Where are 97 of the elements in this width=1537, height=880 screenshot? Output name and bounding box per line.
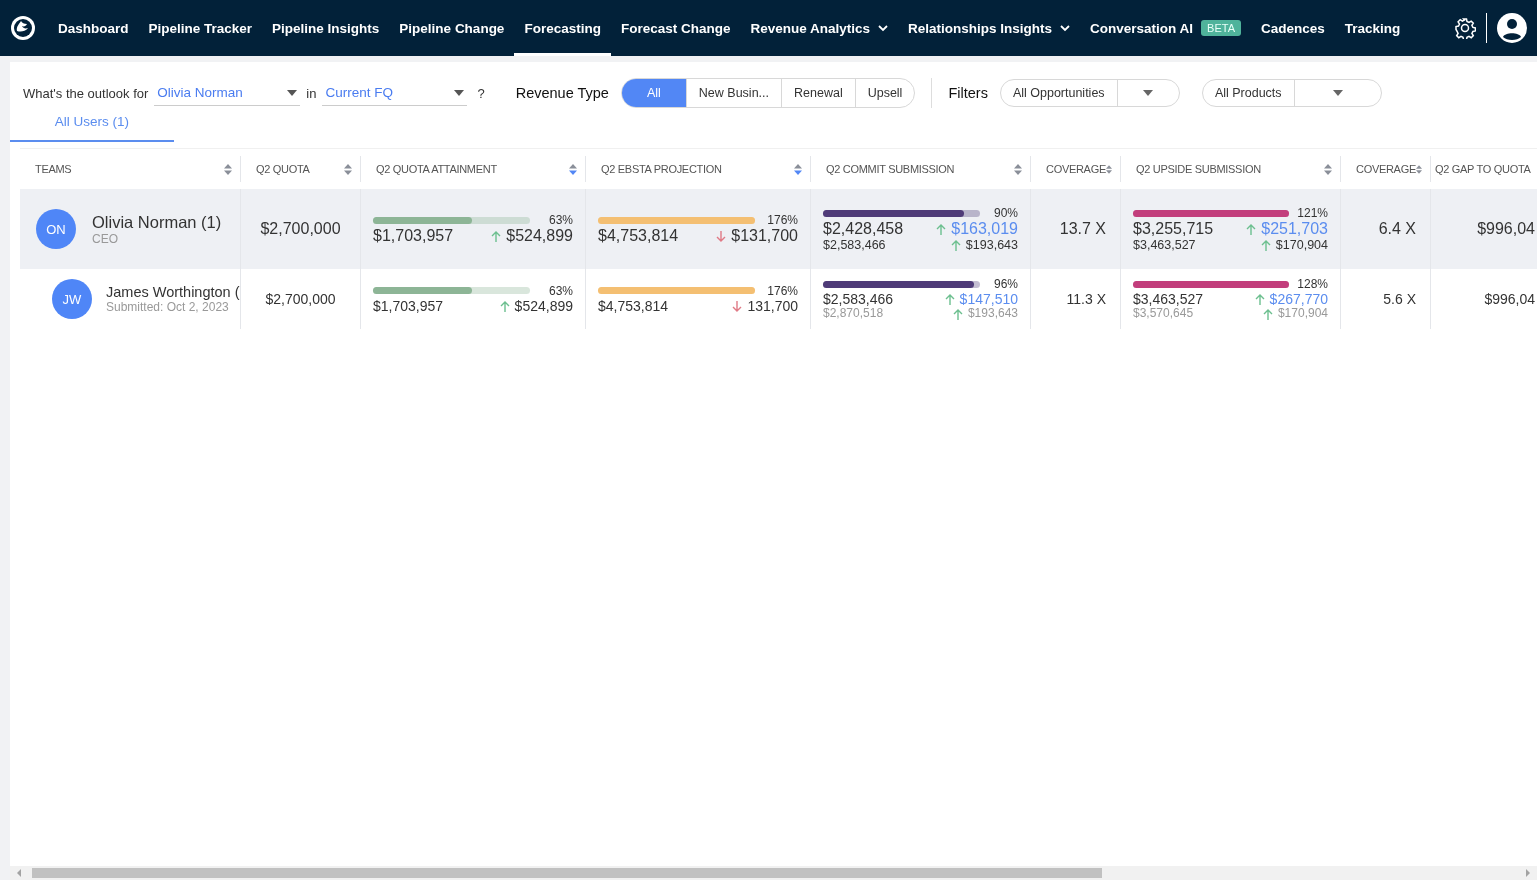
chevron-down-icon[interactable]	[878, 24, 888, 32]
nav-tab[interactable]: Forecasting	[514, 0, 611, 56]
column-header[interactable]: Q2 UPSIDE SUBMISSION	[1120, 156, 1340, 182]
amount-text: $2,583,466	[823, 238, 886, 252]
table-cell: 11.3 X	[1066, 291, 1106, 307]
caret-icon[interactable]	[454, 89, 465, 96]
delta-text: $147,510	[959, 291, 1018, 308]
user-subtitle: CEO	[92, 231, 119, 246]
sort-icon[interactable]	[1324, 163, 1332, 175]
column-header[interactable]: Q2 EBSTA PROJECTION	[585, 156, 810, 182]
column-header[interactable]: Q2 COMMIT SUBMISSION	[810, 156, 1030, 182]
amount-text: $3,255,715	[1133, 220, 1214, 238]
help-mark[interactable]: ?	[477, 85, 485, 101]
sort-icon[interactable]	[1105, 163, 1112, 175]
scroll-right-icon[interactable]	[1525, 869, 1531, 877]
user-name[interactable]: Olivia Norman (1)	[92, 212, 222, 232]
sort-icon[interactable]	[569, 163, 577, 175]
nav-tab[interactable]: Forecast Change	[610, 0, 741, 56]
amount-text: $1,703,957	[373, 227, 454, 245]
percent-text: 128%	[1297, 277, 1328, 292]
sort-icon[interactable]	[794, 163, 802, 175]
nav-tab[interactable]: Pipeline Insights	[262, 0, 390, 56]
percent-text: 63%	[548, 213, 573, 227]
percent-text: 96%	[993, 277, 1018, 292]
column-header[interactable]: COVERAGE	[1340, 156, 1430, 182]
nav-tab[interactable]: Tracking	[1334, 0, 1411, 56]
nav-tab[interactable]: Pipeline Tracker	[138, 0, 263, 56]
chevron-down-icon[interactable]	[1060, 24, 1071, 32]
table-cell: 5.6 X	[1383, 291, 1416, 307]
percent-text: 90%	[993, 206, 1018, 220]
delta-text: $267,770	[1269, 291, 1328, 308]
nav-tab[interactable]: Dashboard	[48, 0, 139, 56]
user-avatar: JW	[52, 279, 92, 319]
person-dropdown[interactable]: Olivia Norman	[154, 80, 301, 106]
table-cell: 13.7 X	[1059, 220, 1106, 238]
column-header[interactable]: TEAMS	[20, 156, 240, 182]
percent-text: 121%	[1297, 206, 1328, 220]
column-header[interactable]: Q2 GAP TO QUOTA	[1430, 156, 1537, 182]
segment-button[interactable]: New Busin...	[685, 79, 781, 107]
delta-text: $170,904	[1277, 307, 1328, 321]
user-subtitle: Submitted: Oct 2, 2023	[106, 300, 230, 314]
sort-icon[interactable]	[1014, 163, 1022, 175]
scroll-left-icon[interactable]	[16, 869, 22, 877]
amount-text: $3,463,527	[1133, 291, 1204, 308]
table-cell: 6.4 X	[1378, 220, 1416, 238]
user-avatar-icon[interactable]	[1497, 13, 1527, 43]
percent-text: 63%	[548, 283, 573, 298]
nav-tab[interactable]: Pipeline Change	[389, 0, 515, 56]
amount-text: $2,583,466	[823, 291, 894, 308]
nav-tab[interactable]: Conversation AI BETA	[1080, 0, 1251, 56]
nav-tab[interactable]: Revenue Analytics	[740, 0, 898, 56]
segment-button[interactable]: Renewal	[781, 79, 855, 107]
caret-icon[interactable]	[1143, 90, 1154, 96]
amount-text: $1,703,957	[373, 297, 444, 315]
delta-text: $193,643	[965, 238, 1018, 252]
table-cell: $2,700,000	[265, 291, 336, 307]
amount-text: $2,428,458	[823, 220, 904, 238]
settings-icon[interactable]	[1454, 17, 1476, 39]
delta-text: $524,899	[506, 227, 573, 245]
sort-icon[interactable]	[224, 163, 232, 175]
delta-text: $163,019	[951, 220, 1018, 238]
table-cell: $2,700,000	[260, 220, 341, 238]
caret-icon[interactable]	[287, 89, 298, 96]
delta-text: $251,703	[1261, 220, 1328, 238]
column-header[interactable]: Q2 QUOTA ATTAINMENT	[360, 156, 585, 182]
in-label: in	[306, 85, 317, 101]
delta-text: $170,904	[1275, 238, 1328, 252]
sort-icon[interactable]	[344, 163, 352, 175]
revenue-type-label: Revenue Type	[515, 85, 609, 101]
scrollbar-thumb[interactable]	[32, 868, 1102, 878]
delta-text: 131,700	[747, 297, 798, 315]
table-cell: $996,04	[1484, 291, 1535, 307]
column-header[interactable]: COVERAGE	[1030, 156, 1120, 182]
beta-badge: BETA	[1201, 20, 1241, 36]
amount-text: $4,753,814	[598, 227, 679, 245]
percent-text: 176%	[767, 213, 798, 227]
nav-tab[interactable]: Relationships Insights	[898, 0, 1081, 56]
table-cell: $996,04	[1477, 220, 1535, 238]
filters-label: Filters	[948, 85, 988, 101]
amount-text: $4,753,814	[598, 297, 669, 315]
nav-tab[interactable]: Cadences	[1251, 0, 1335, 56]
sort-icon[interactable]	[1415, 163, 1422, 175]
period-dropdown[interactable]: Current FQ	[322, 80, 468, 106]
amount-text: $3,463,527	[1133, 238, 1196, 252]
percent-text: 176%	[767, 283, 798, 298]
delta-text: $131,700	[731, 227, 798, 245]
caret-icon[interactable]	[1332, 90, 1343, 96]
user-name[interactable]: James Worthington (	[106, 284, 240, 300]
delta-text: $524,899	[514, 297, 573, 315]
user-avatar: ON	[36, 209, 76, 249]
amount-text: $3,570,645	[1133, 307, 1194, 321]
segment-button[interactable]: Upsell	[854, 79, 915, 107]
amount-text: $2,870,518	[823, 307, 884, 321]
outlook-label: What's the outlook for	[23, 85, 149, 101]
logo-icon[interactable]	[10, 15, 36, 41]
column-header[interactable]: Q2 QUOTA	[240, 156, 360, 182]
delta-text: $193,643	[967, 307, 1018, 321]
